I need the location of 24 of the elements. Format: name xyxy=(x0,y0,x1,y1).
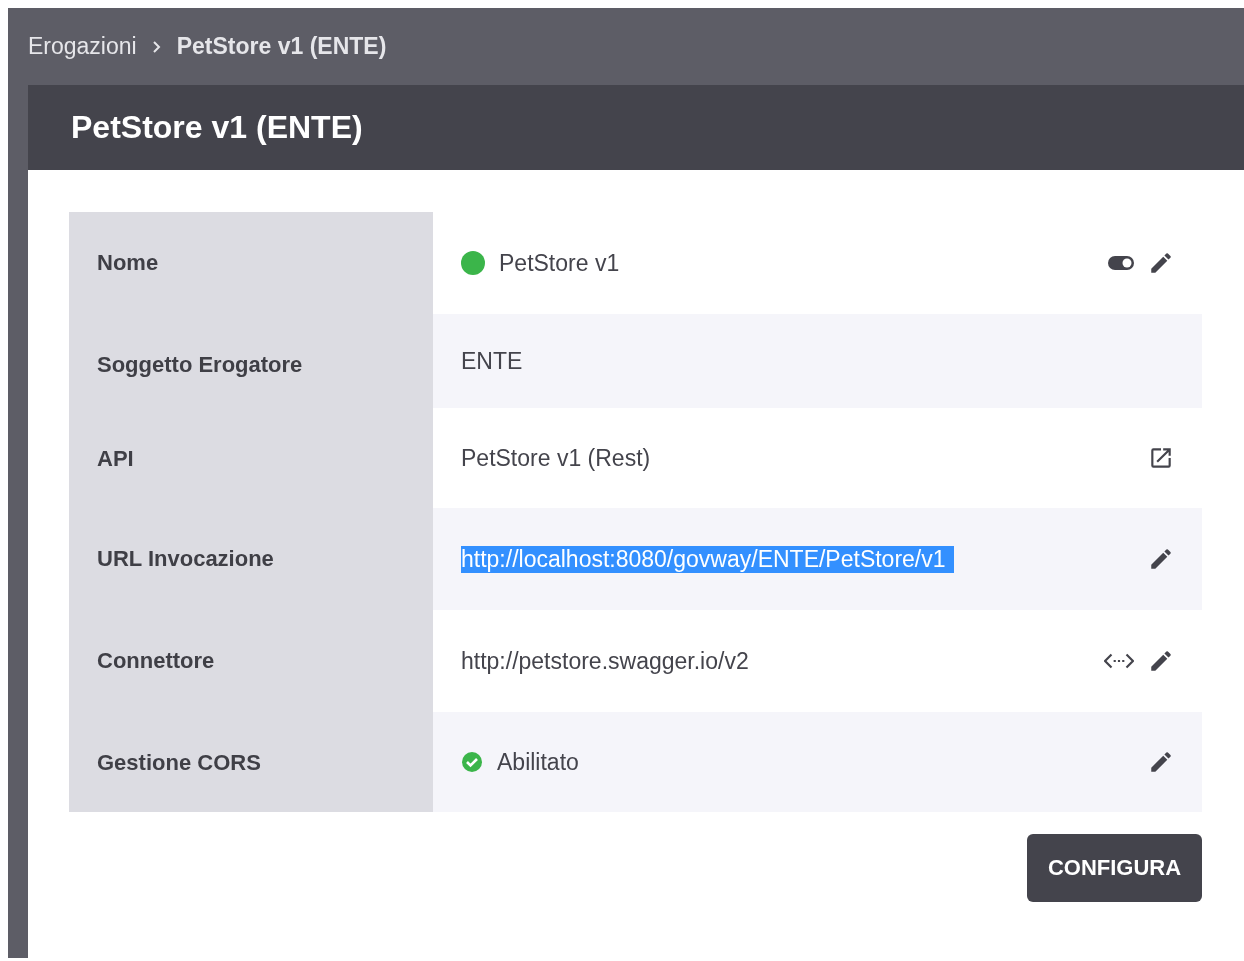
row-label: Soggetto Erogatore xyxy=(69,314,433,408)
breadcrumb-link[interactable]: Erogazioni xyxy=(28,33,137,60)
value-text: Abilitato xyxy=(497,748,579,776)
pencil-icon[interactable] xyxy=(1148,250,1174,276)
configure-button[interactable]: CONFIGURA xyxy=(1027,834,1202,902)
pencil-icon[interactable] xyxy=(1148,546,1174,572)
toggle-icon[interactable] xyxy=(1108,256,1134,270)
value-text: http://petstore.swagger.io/v2 xyxy=(461,647,749,675)
value-text: ENTE xyxy=(461,347,523,375)
value-text: PetStore v1 (Rest) xyxy=(461,444,651,472)
selected-value-text: http://localhost:8080/govway/ENTE/PetStore/v1 xyxy=(461,545,954,573)
external-link-icon[interactable] xyxy=(1148,445,1174,471)
code-arrows-icon[interactable] xyxy=(1104,652,1134,670)
row-label: Connettore xyxy=(69,610,433,712)
breadcrumb-current: PetStore v1 (ENTE) xyxy=(176,33,387,60)
row-label: Gestione CORS xyxy=(69,712,433,812)
row-label: URL Invocazione xyxy=(69,508,433,610)
row-label: API xyxy=(69,408,433,508)
pencil-icon[interactable] xyxy=(1148,648,1174,674)
page-title: PetStore v1 (ENTE) xyxy=(71,109,363,146)
chevron-right-icon xyxy=(150,39,163,54)
row-label: Nome xyxy=(69,212,433,314)
value-text: PetStore v1 xyxy=(499,249,620,277)
pencil-icon[interactable] xyxy=(1148,749,1174,775)
